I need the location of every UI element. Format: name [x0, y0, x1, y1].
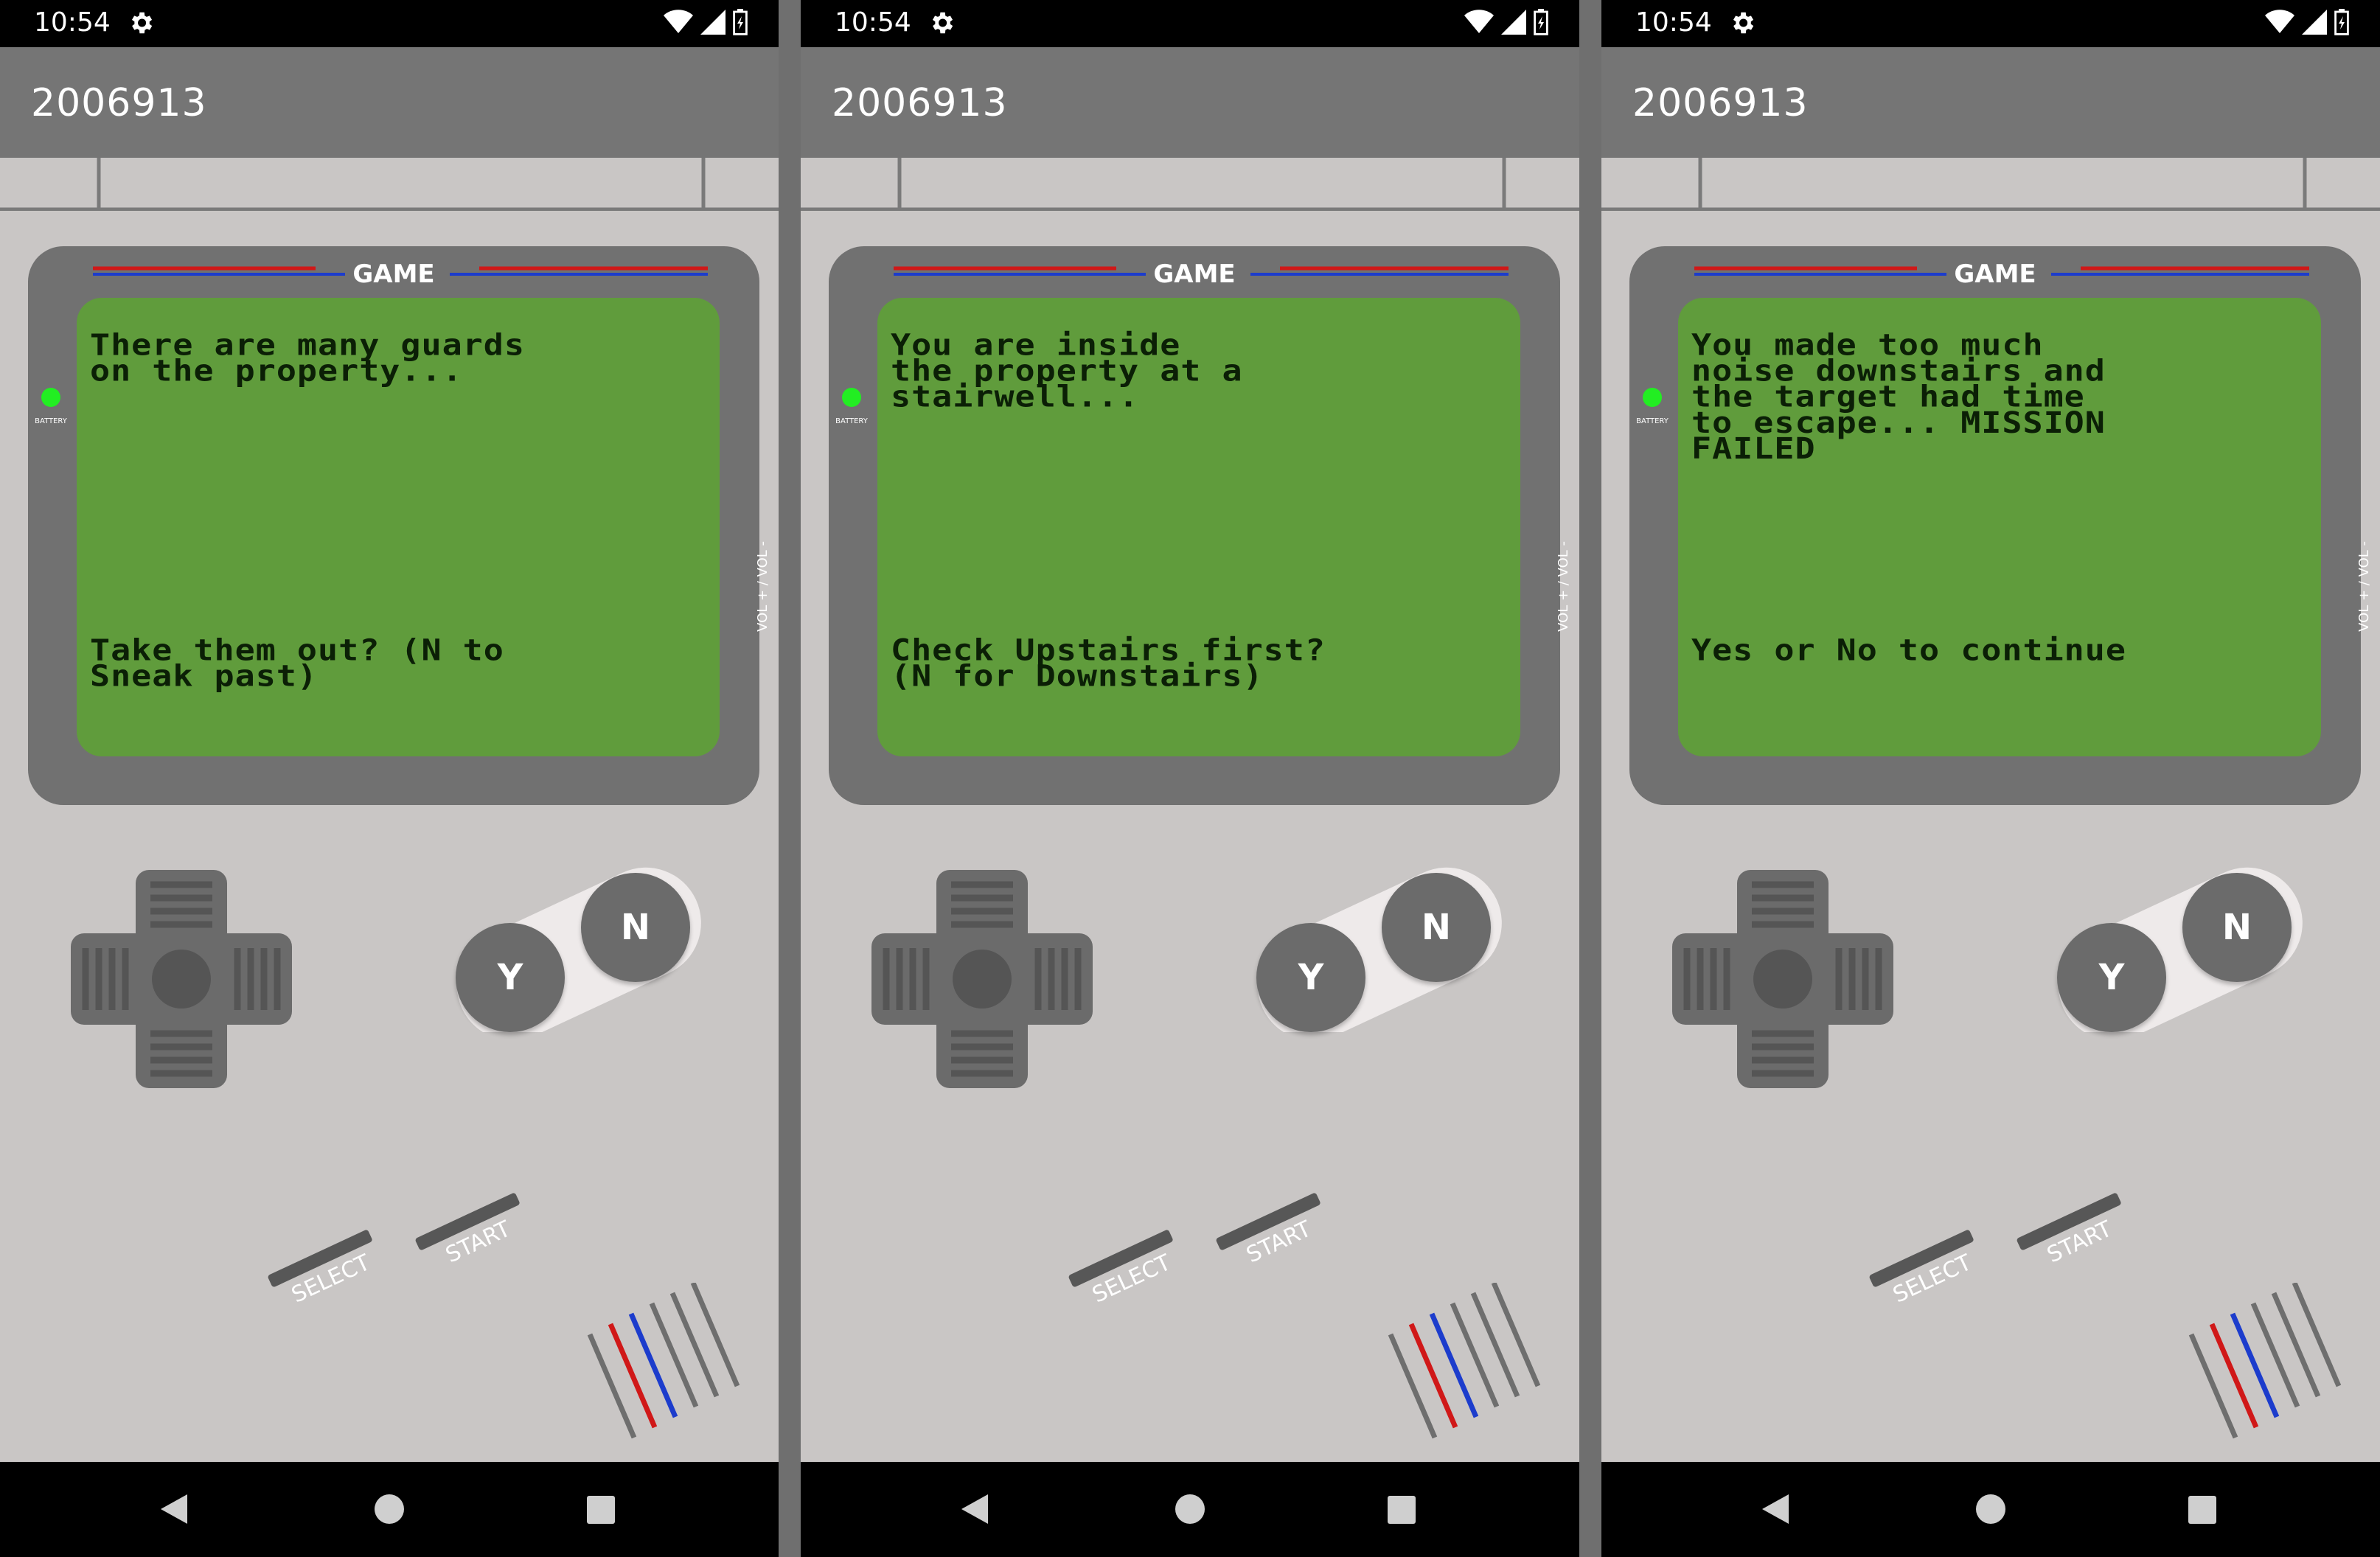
action-buttons: Y N	[1240, 863, 1513, 1032]
phone-screen-1: 10:54 2006913 GAME BATTERY VOL + / VOL -	[0, 0, 779, 1557]
battery-charging-icon	[2334, 9, 2349, 38]
console-game-label: GAME	[1954, 260, 2036, 289]
speaker-grille-stripes	[587, 1283, 740, 1439]
nav-recents-icon[interactable]	[587, 1496, 615, 1524]
game-display: You made too much noise downstairs and t…	[1678, 298, 2321, 756]
y-button[interactable]: Y	[2057, 923, 2166, 1032]
status-time: 10:54	[835, 7, 911, 38]
select-start-buttons: SELECT START	[1068, 1193, 1321, 1309]
app-bar: 2006913	[801, 47, 1579, 158]
navigation-bar	[0, 1462, 779, 1557]
story-message: You made too much noise downstairs and t…	[1691, 327, 2106, 466]
game-display: You are inside the property at a stairwe…	[877, 298, 1520, 756]
speaker-grille-stripes	[1388, 1283, 1541, 1439]
volume-label: VOL + / VOL -	[1556, 541, 1571, 632]
nav-home-icon[interactable]	[1976, 1494, 2005, 1524]
select-start-area: SELECT START	[1051, 1180, 1332, 1327]
n-button[interactable]: N	[2182, 873, 2292, 982]
nav-back-icon[interactable]	[1762, 1494, 1789, 1524]
status-bar: 10:54	[1601, 0, 2380, 47]
nav-back-icon[interactable]	[161, 1494, 187, 1524]
battery-led	[1643, 388, 1662, 407]
shell-top-trim	[0, 158, 779, 211]
app-bar: 2006913	[0, 47, 779, 158]
settings-gear-icon	[127, 9, 155, 40]
navigation-bar	[801, 1462, 1579, 1557]
select-start-buttons: SELECT START	[1869, 1193, 2121, 1309]
dpad-control[interactable]	[871, 870, 1093, 1088]
shell-top-trim	[801, 158, 1579, 211]
settings-gear-icon	[928, 9, 956, 40]
console-game-label: GAME	[352, 260, 435, 289]
choice-prompt: Take them out? (N to Sneak past)	[90, 632, 504, 694]
console-game-label: GAME	[1153, 260, 1236, 289]
app-title: 2006913	[1632, 81, 1809, 125]
app-bar: 2006913	[1601, 47, 2380, 158]
y-button[interactable]: Y	[1256, 923, 1365, 1032]
battery-charging-icon	[733, 9, 748, 38]
status-time: 10:54	[34, 7, 111, 38]
phone-screen-3: 10:54 2006913 GAME BATTERY VOL + / VOL -	[1601, 0, 2380, 1557]
cell-signal-icon	[2302, 10, 2327, 38]
speaker-grille-stripes	[2188, 1283, 2342, 1439]
action-buttons: Y N	[439, 863, 712, 1032]
n-button[interactable]: N	[581, 873, 690, 982]
wifi-icon	[664, 10, 693, 38]
nav-home-icon[interactable]	[375, 1494, 404, 1524]
story-message: You are inside the property at a stairwe…	[891, 327, 1243, 414]
nav-recents-icon[interactable]	[2188, 1496, 2216, 1524]
n-button[interactable]: N	[1382, 873, 1491, 982]
settings-gear-icon	[1728, 9, 1756, 40]
status-time: 10:54	[1635, 7, 1712, 38]
nav-back-icon[interactable]	[961, 1494, 988, 1524]
app-title: 2006913	[31, 81, 207, 125]
status-bar: 10:54	[0, 0, 779, 47]
volume-label: VOL + / VOL -	[755, 541, 770, 632]
dpad-control[interactable]	[71, 870, 292, 1088]
cell-signal-icon	[1501, 10, 1526, 38]
app-title: 2006913	[832, 81, 1008, 125]
volume-label: VOL + / VOL -	[2356, 541, 2372, 632]
y-button[interactable]: Y	[456, 923, 565, 1032]
battery-label: BATTERY	[35, 417, 67, 425]
battery-led	[842, 388, 861, 407]
wifi-icon	[2265, 10, 2294, 38]
cell-signal-icon	[700, 10, 726, 38]
choice-prompt: Check Upstairs first? (N for Downstairs)	[891, 632, 1326, 694]
game-display: There are many guards on the property...…	[77, 298, 720, 756]
screen-bezel: GAME BATTERY VOL + / VOL - You made too …	[1629, 246, 2372, 805]
battery-label: BATTERY	[1636, 417, 1669, 425]
phone-screen-2: 10:54 2006913 GAME BATTERY VOL + / VOL -	[801, 0, 1579, 1557]
action-buttons: Y N	[2041, 863, 2314, 1032]
wifi-icon	[1464, 10, 1494, 38]
battery-label: BATTERY	[835, 417, 868, 425]
nav-home-icon[interactable]	[1175, 1494, 1205, 1524]
screen-bezel: GAME BATTERY VOL + / VOL - You are insid…	[829, 246, 1571, 805]
nav-recents-icon[interactable]	[1388, 1496, 1416, 1524]
battery-led	[41, 388, 60, 407]
choice-prompt: Yes or No to continue	[1691, 632, 2126, 668]
shell-top-trim	[1601, 158, 2380, 211]
story-message: There are many guards on the property...	[90, 327, 525, 389]
select-start-area: SELECT START	[1852, 1180, 2132, 1327]
select-start-area: SELECT START	[251, 1180, 531, 1327]
select-start-buttons: SELECT START	[268, 1193, 520, 1309]
battery-charging-icon	[1534, 9, 1548, 38]
screen-bezel: GAME BATTERY VOL + / VOL - There are man…	[28, 246, 770, 805]
dpad-control[interactable]	[1672, 870, 1893, 1088]
status-bar: 10:54	[801, 0, 1579, 47]
navigation-bar	[1601, 1462, 2380, 1557]
